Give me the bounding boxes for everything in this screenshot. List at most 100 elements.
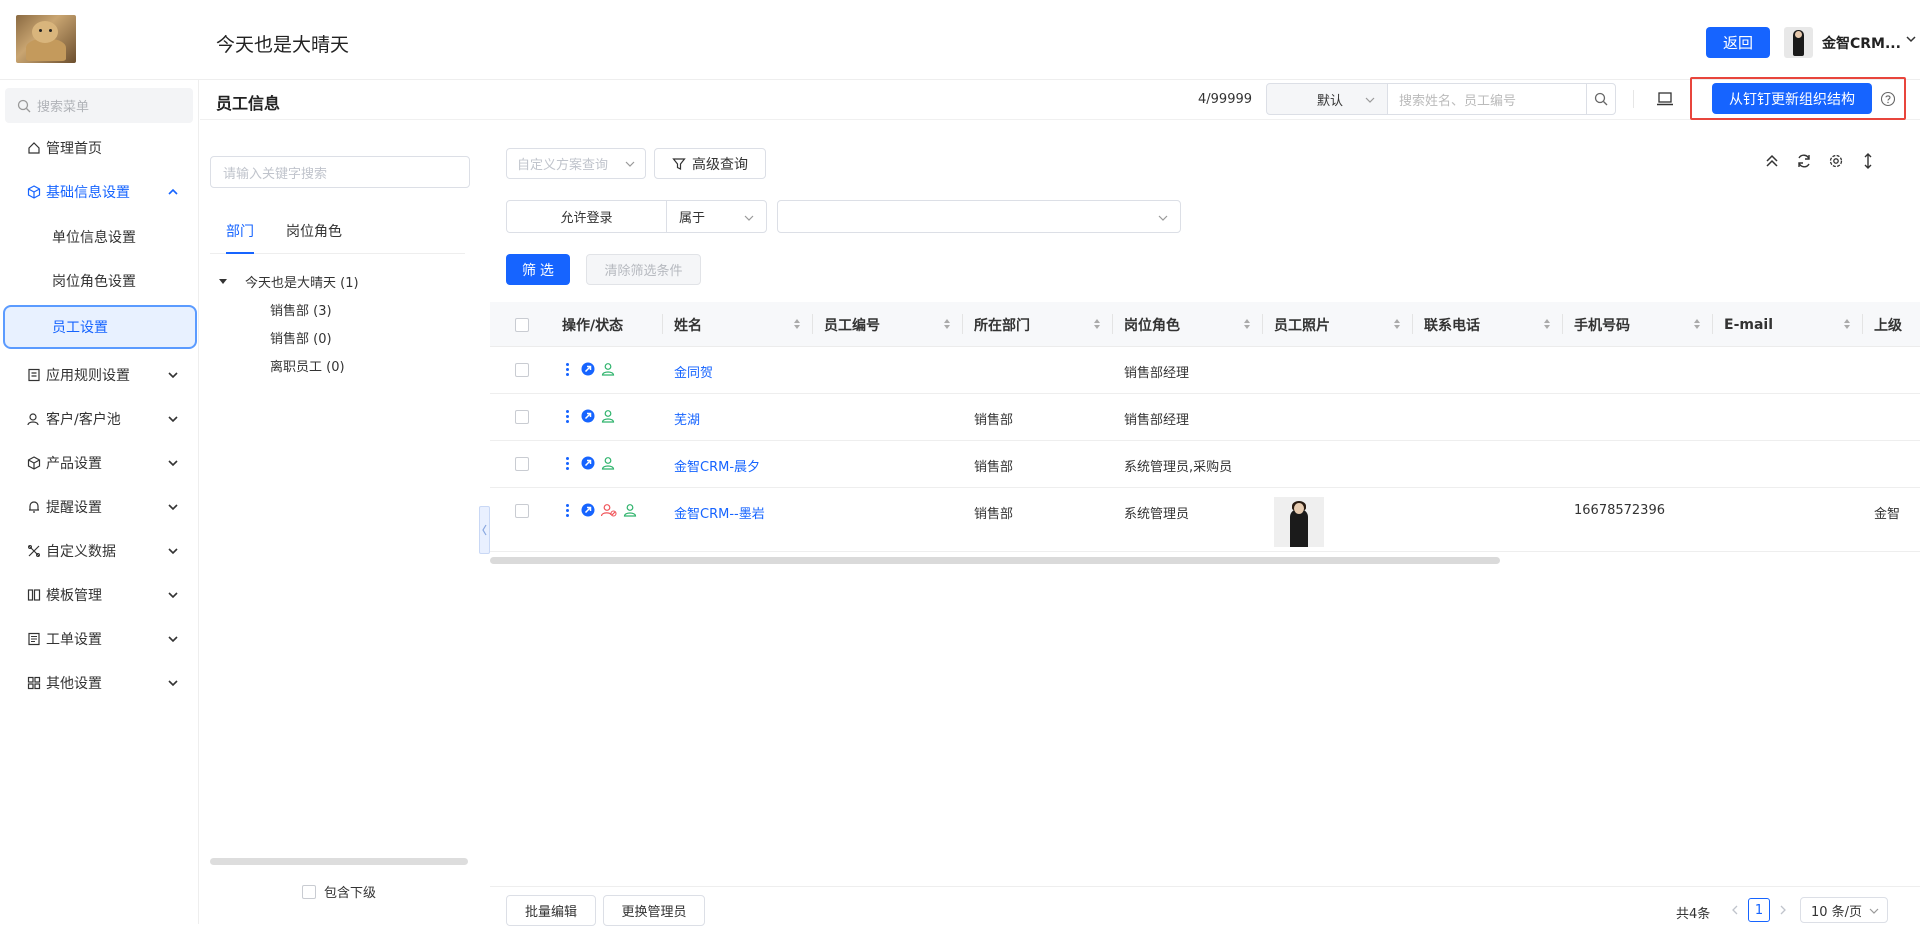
search-button[interactable] xyxy=(1586,83,1616,115)
chevron-down-icon[interactable] xyxy=(1905,33,1917,45)
company-logo[interactable] xyxy=(16,15,76,63)
more-actions-icon[interactable] xyxy=(563,362,571,376)
refresh-icon[interactable] xyxy=(1795,152,1813,170)
sidebar-item-templates[interactable]: 模板管理 xyxy=(0,577,199,613)
employee-name-link[interactable]: 芜湖 xyxy=(674,409,700,428)
table-row[interactable]: 金智CRM--墨岩 销售部 系统管理员 16678572396 金智 xyxy=(490,488,1920,552)
table-row[interactable]: 芜湖 销售部 销售部经理 xyxy=(490,394,1920,441)
row-checkbox[interactable] xyxy=(515,410,529,424)
sync-dingtalk-button[interactable]: 从钉钉更新组织结构 xyxy=(1712,83,1872,114)
table-horizontal-scrollbar[interactable] xyxy=(490,557,1500,564)
content-header: 员工信息 4/99999 默认 搜索姓名、员工编号 从钉钉更新组织结构 xyxy=(200,77,1920,120)
user-status-icon[interactable] xyxy=(601,362,615,376)
menu-search-input[interactable]: 搜索菜单 xyxy=(5,88,193,123)
sidebar-item-customers[interactable]: 客户/客户池 xyxy=(0,401,199,437)
view-select[interactable]: 默认 xyxy=(1266,83,1388,115)
more-actions-icon[interactable] xyxy=(563,409,571,423)
column-header-photo[interactable]: 员工照片 xyxy=(1274,302,1409,347)
user-status-icon[interactable] xyxy=(601,409,615,423)
sidebar-item-unit-info[interactable]: 单位信息设置 xyxy=(0,219,199,255)
sort-icon[interactable] xyxy=(1393,318,1401,330)
caret-down-icon[interactable] xyxy=(219,277,227,285)
sidebar-item-app-rules[interactable]: 应用规则设置 xyxy=(0,357,199,393)
column-header-phone[interactable]: 联系电话 xyxy=(1424,302,1559,347)
sidebar-item-other[interactable]: 其他设置 xyxy=(0,665,199,701)
row-checkbox[interactable] xyxy=(515,457,529,471)
employee-name-link[interactable]: 金智CRM-晨夕 xyxy=(674,456,760,475)
filter-field-select[interactable]: 允许登录 xyxy=(506,200,667,233)
column-header-dept[interactable]: 所在部门 xyxy=(974,302,1109,347)
tree-node-root[interactable]: 今天也是大晴天 (1) xyxy=(245,272,359,291)
more-actions-icon[interactable] xyxy=(563,503,571,517)
total-count: 共4条 xyxy=(1676,907,1711,922)
employee-name-link[interactable]: 金同贺 xyxy=(674,362,713,381)
column-header-name[interactable]: 姓名 xyxy=(674,302,809,347)
sort-icon[interactable] xyxy=(943,318,951,330)
sidebar-item-products[interactable]: 产品设置 xyxy=(0,445,199,481)
tab-post-role[interactable]: 岗位角色 xyxy=(286,222,342,254)
table-row[interactable]: 金智CRM-晨夕 销售部 系统管理员,采购员 xyxy=(490,441,1920,488)
change-admin-button[interactable]: 更换管理员 xyxy=(603,895,705,926)
sort-icon[interactable] xyxy=(1843,318,1851,330)
chevron-down-icon xyxy=(168,548,178,555)
sort-icon[interactable] xyxy=(1093,318,1101,330)
user-avatar[interactable] xyxy=(1784,27,1813,58)
employee-photo[interactable] xyxy=(1274,497,1324,547)
column-header-role[interactable]: 岗位角色 xyxy=(1124,302,1259,347)
page-number-current[interactable]: 1 xyxy=(1748,898,1770,922)
sidebar-item-post-roles[interactable]: 岗位角色设置 xyxy=(0,263,199,299)
filter-value-select[interactable] xyxy=(777,200,1181,233)
help-icon[interactable] xyxy=(1880,91,1896,107)
laptop-icon[interactable] xyxy=(1656,90,1674,108)
sort-icon[interactable] xyxy=(1243,318,1251,330)
sidebar-item-home[interactable]: 管理首页 xyxy=(0,130,199,166)
row-checkbox[interactable] xyxy=(515,504,529,518)
chevron-left-icon[interactable] xyxy=(1730,904,1740,916)
back-button[interactable]: 返回 xyxy=(1706,27,1770,58)
column-header-emp-no[interactable]: 员工编号 xyxy=(824,302,959,347)
chevron-down-icon xyxy=(1158,215,1168,221)
page-size-select[interactable]: 10 条/页 xyxy=(1800,897,1888,923)
sort-icon[interactable] xyxy=(1543,318,1551,330)
column-header-email[interactable]: E-mail xyxy=(1724,302,1859,347)
tree-node-sales-2[interactable]: 销售部 (0) xyxy=(270,328,332,347)
user-status-icon[interactable] xyxy=(623,503,637,517)
panel-collapse-handle[interactable] xyxy=(479,506,490,554)
filter-operator-select[interactable]: 属于 xyxy=(666,200,767,233)
sidebar-item-reminders[interactable]: 提醒设置 xyxy=(0,489,199,525)
more-actions-icon[interactable] xyxy=(563,456,571,470)
select-all-checkbox[interactable] xyxy=(515,302,529,347)
advanced-query-button[interactable]: 高级查询 xyxy=(654,148,766,179)
sidebar-item-tickets[interactable]: 工单设置 xyxy=(0,621,199,657)
employee-name-link[interactable]: 金智CRM--墨岩 xyxy=(674,503,765,522)
collapse-up-icon[interactable] xyxy=(1763,152,1781,170)
sort-icon[interactable] xyxy=(1693,318,1701,330)
user-status-icon[interactable] xyxy=(601,456,615,470)
clear-filter-button[interactable]: 清除筛选条件 xyxy=(586,254,701,285)
tab-department[interactable]: 部门 xyxy=(226,222,254,254)
employee-search-input[interactable]: 搜索姓名、员工编号 xyxy=(1387,83,1587,115)
sidebar-item-custom-data[interactable]: 自定义数据 xyxy=(0,533,199,569)
settings-icon[interactable] xyxy=(1827,152,1845,170)
checkbox[interactable] xyxy=(302,884,316,899)
sidebar-item-employees[interactable]: 员工设置 xyxy=(3,305,197,349)
user-locked-icon[interactable] xyxy=(601,503,617,517)
row-checkbox[interactable] xyxy=(515,363,529,377)
page-title: 员工信息 xyxy=(216,94,281,113)
column-header-superior[interactable]: 上级 xyxy=(1874,302,1920,347)
sort-icon[interactable] xyxy=(793,318,801,330)
column-header-mobile[interactable]: 手机号码 xyxy=(1574,302,1709,347)
tree-node-sales-1[interactable]: 销售部 (3) xyxy=(270,300,332,319)
scheme-query-select[interactable]: 自定义方案查询 xyxy=(506,148,646,179)
tree-node-resigned[interactable]: 离职员工 (0) xyxy=(270,356,345,375)
chevron-right-icon[interactable] xyxy=(1778,904,1788,916)
table-row[interactable]: 金同贺 销售部经理 xyxy=(490,347,1920,394)
filter-button[interactable]: 筛 选 xyxy=(506,254,570,285)
sidebar-item-basic-info[interactable]: 基础信息设置 xyxy=(0,174,199,210)
user-name[interactable]: 金智CRM... xyxy=(1822,33,1901,53)
batch-edit-button[interactable]: 批量编辑 xyxy=(506,895,596,926)
include-sub-checkbox[interactable]: 包含下级 xyxy=(302,882,376,901)
row-height-icon[interactable] xyxy=(1859,152,1877,170)
tree-scrollbar[interactable] xyxy=(210,858,468,865)
tree-search-input[interactable]: 请输入关键字搜索 xyxy=(210,156,470,188)
